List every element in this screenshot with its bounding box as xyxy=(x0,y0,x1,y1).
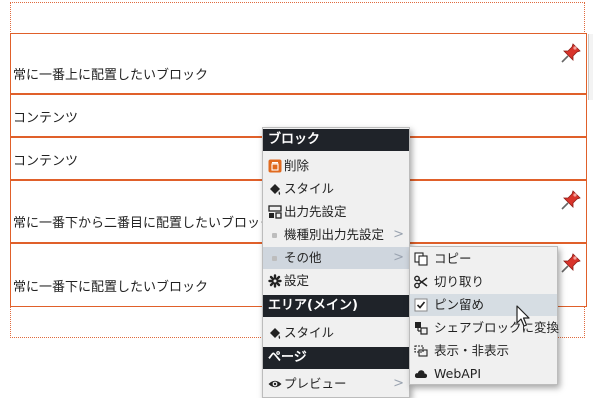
pushpin-icon[interactable] xyxy=(560,252,582,274)
chevron-right-icon: > xyxy=(393,250,404,265)
menu-item-area-style[interactable]: スタイル xyxy=(263,322,409,344)
menu-item-copy[interactable]: コピー xyxy=(410,248,557,270)
menu-item-show-hide[interactable]: 表示・非表示 xyxy=(410,340,557,362)
menu-item-label: 削除 xyxy=(284,158,310,173)
output-target-icon xyxy=(268,205,282,219)
block-text: 常に一番下に配置したいブロック xyxy=(13,280,209,295)
menu-item-label: 表示・非表示 xyxy=(434,343,510,358)
block-text: 常に一番上に配置したいブロック xyxy=(13,68,209,83)
menu-item-label: 出力先設定 xyxy=(284,204,347,219)
menu-item-cut[interactable]: 切り取り xyxy=(410,271,557,293)
chevron-right-icon: > xyxy=(393,376,404,391)
menu-item-label: コピー xyxy=(434,251,472,266)
menu-item-share-convert[interactable]: シェアブロックに変換 xyxy=(410,317,560,339)
block-text: 常に一番下から二番目に配置したいブロック xyxy=(13,216,274,231)
menu-item-label: WebAPI xyxy=(434,366,482,381)
context-menu: ブロック 削除 スタイル 出力先設定 機種別出力先設定 > その他 > 設定 エ… xyxy=(262,127,410,398)
scissors-icon xyxy=(414,275,428,289)
menu-item-label: 切り取り xyxy=(434,274,485,289)
submenu-other: コピー 切り取り ピン留め シェアブロックに変換 表示・非表示 WebAPI xyxy=(409,246,560,385)
mouse-cursor-icon xyxy=(516,305,530,327)
show-hide-icon xyxy=(414,345,428,357)
bullet-icon xyxy=(272,256,277,261)
pushpin-icon[interactable] xyxy=(560,42,582,64)
menu-item-label: スタイル xyxy=(284,325,335,340)
menu-item-other[interactable]: その他 > xyxy=(263,247,409,269)
menu-header-area: エリア(メイン) xyxy=(263,295,409,317)
menu-item-label: シェアブロックに変換 xyxy=(434,320,560,335)
menu-item-label: その他 xyxy=(284,250,322,265)
block-top[interactable]: 常に一番上に配置したいブロック xyxy=(10,33,587,94)
menu-item-label: スタイル xyxy=(284,181,335,196)
menu-item-preview[interactable]: プレビュー > xyxy=(263,373,409,395)
gear-icon xyxy=(268,274,282,288)
paint-bucket-icon xyxy=(270,184,281,195)
menu-item-output-target[interactable]: 出力先設定 xyxy=(263,201,409,223)
menu-header-block: ブロック xyxy=(263,129,409,151)
pushpin-icon[interactable] xyxy=(560,189,582,211)
eye-icon xyxy=(268,380,282,388)
paint-bucket-icon xyxy=(270,328,281,339)
menu-header-page: ページ xyxy=(263,347,409,369)
menu-item-device-output[interactable]: 機種別出力先設定 > xyxy=(263,224,409,246)
cloud-icon xyxy=(414,370,428,378)
menu-item-label: 設定 xyxy=(284,273,310,288)
share-block-icon xyxy=(415,322,428,335)
menu-item-pin[interactable]: ピン留め xyxy=(410,294,557,316)
menu-item-settings[interactable]: 設定 xyxy=(263,270,409,292)
menu-item-webapi[interactable]: WebAPI xyxy=(410,363,557,385)
menu-item-delete[interactable]: 削除 xyxy=(263,155,409,177)
trash-icon xyxy=(268,159,282,173)
chevron-right-icon: > xyxy=(393,227,404,242)
menu-item-style[interactable]: スタイル xyxy=(263,178,409,200)
block-text: コンテンツ xyxy=(13,111,79,126)
menu-item-label: プレビュー xyxy=(284,376,347,391)
copy-icon xyxy=(414,252,428,266)
block-text: コンテンツ xyxy=(13,154,79,169)
bullet-icon xyxy=(272,233,277,238)
checkbox-icon xyxy=(414,298,428,312)
menu-item-label: ピン留め xyxy=(434,297,485,312)
menu-item-label: 機種別出力先設定 xyxy=(284,227,385,242)
right-edge-panel xyxy=(588,34,593,100)
